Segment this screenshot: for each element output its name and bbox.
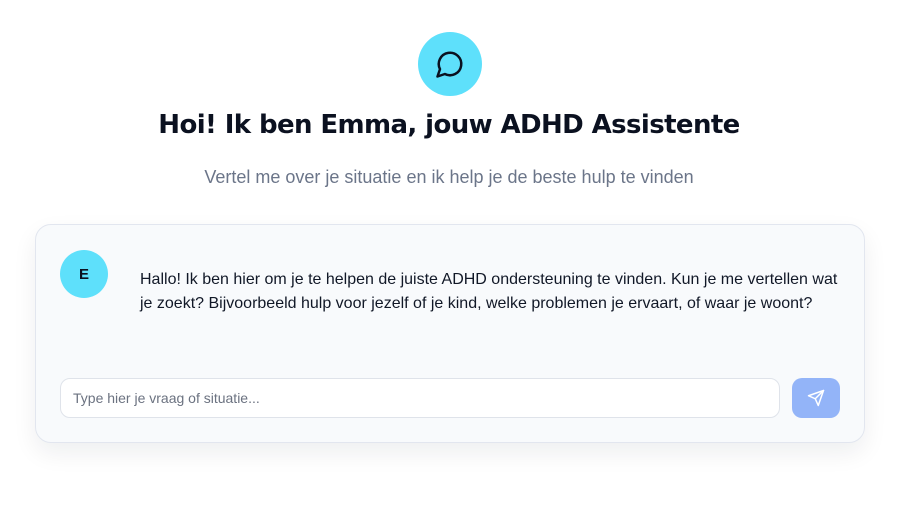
assistant-message: Hallo! Ik ben hier om je te helpen de ju… bbox=[140, 271, 838, 312]
page-title: Hoi! Ik ben Emma, jouw ADHD Assistente bbox=[158, 110, 740, 140]
chat-panel: E Hallo! Ik ben hier om je te helpen de … bbox=[35, 224, 865, 443]
send-icon bbox=[807, 389, 825, 407]
assistant-avatar: E bbox=[60, 250, 108, 298]
chat-input-container bbox=[60, 378, 780, 418]
page: Hoi! Ik ben Emma, jouw ADHD Assistente V… bbox=[0, 0, 898, 517]
page-subtitle: Vertel me over je situatie en ik help je… bbox=[204, 167, 694, 187]
logo-badge bbox=[418, 32, 482, 96]
send-button[interactable] bbox=[792, 378, 840, 418]
chat-input[interactable] bbox=[61, 379, 779, 417]
message-circle-icon bbox=[436, 51, 463, 78]
